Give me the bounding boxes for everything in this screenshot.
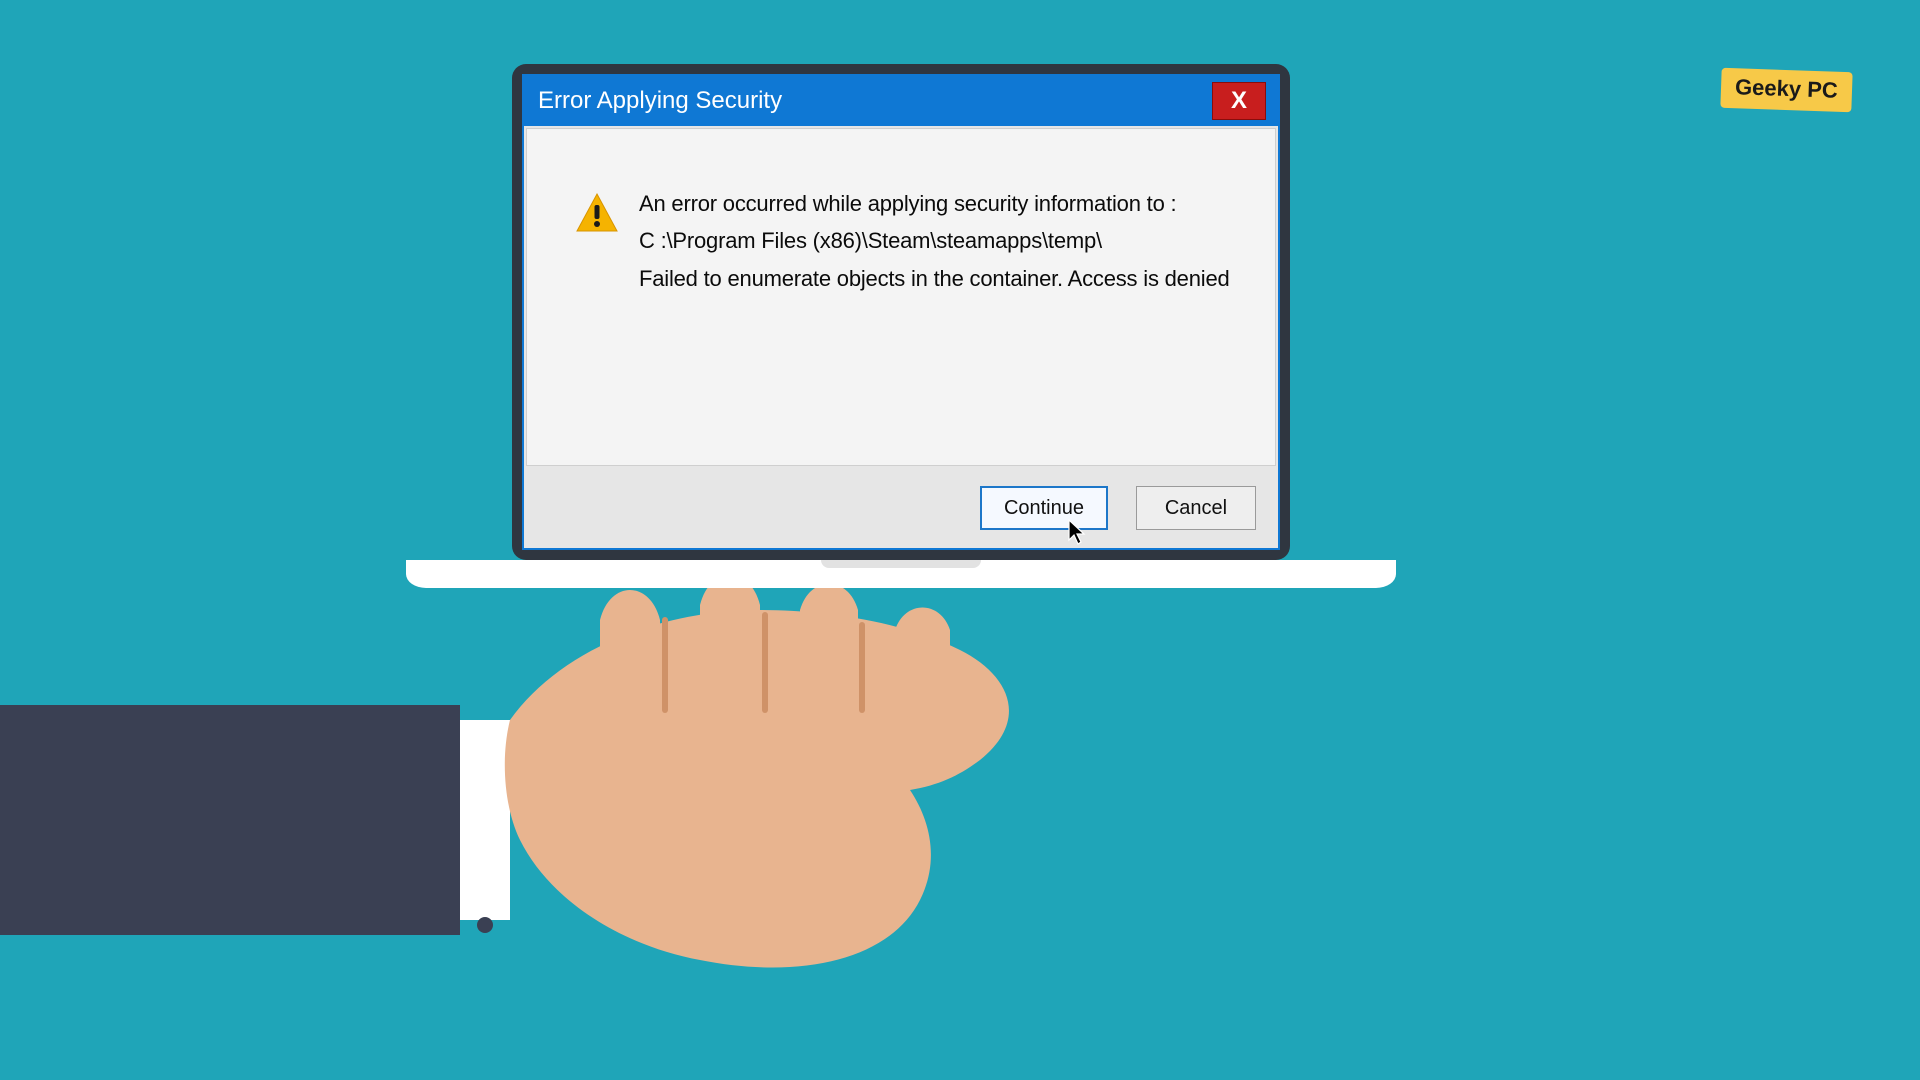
warning-icon (575, 191, 619, 235)
message-line-1: An error occurred while applying securit… (639, 185, 1230, 222)
message-line-3: Failed to enumerate objects in the conta… (639, 260, 1230, 297)
hand-illustration (0, 560, 1100, 1080)
error-dialog: Error Applying Security X An error occur… (522, 74, 1280, 550)
continue-button[interactable]: Continue (980, 486, 1108, 530)
dialog-title: Error Applying Security (538, 87, 782, 115)
dialog-button-row: Continue Cancel (524, 468, 1278, 548)
cancel-label: Cancel (1165, 497, 1227, 519)
close-icon: X (1231, 87, 1247, 115)
dialog-titlebar: Error Applying Security X (524, 76, 1278, 126)
cancel-button[interactable]: Cancel (1136, 486, 1256, 530)
dialog-body: An error occurred while applying securit… (526, 128, 1276, 466)
laptop-screen: Error Applying Security X An error occur… (512, 64, 1290, 560)
close-button[interactable]: X (1212, 82, 1266, 120)
message-line-2: C :\Program Files (x86)\Steam\steamapps\… (639, 222, 1230, 259)
laptop-base (406, 560, 1396, 588)
brand-badge: Geeky PC (1721, 68, 1853, 113)
brand-label: Geeky PC (1735, 74, 1839, 103)
laptop-notch (821, 560, 981, 568)
dialog-message: An error occurred while applying securit… (639, 185, 1230, 445)
continue-label: Continue (1004, 497, 1084, 519)
